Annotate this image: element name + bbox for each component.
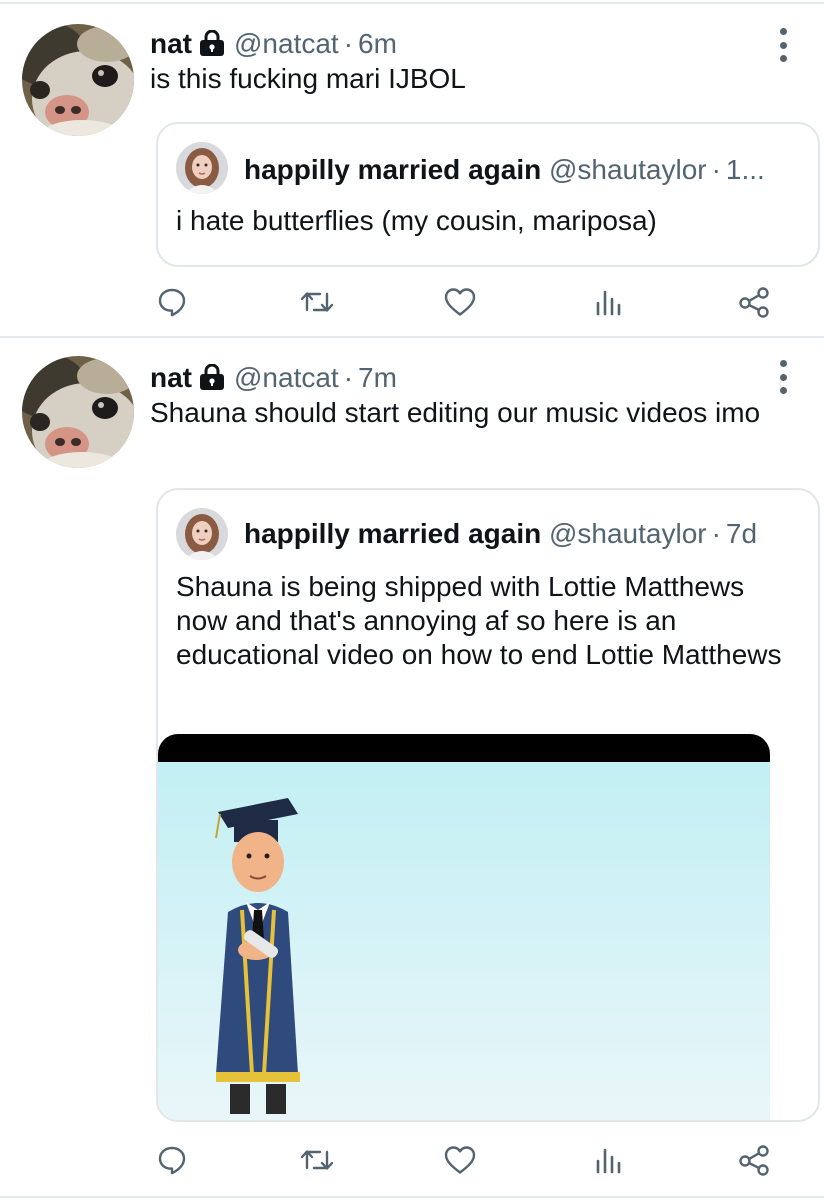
tweet-header: nat @natcat · 7m [150, 362, 397, 397]
lock-icon [198, 29, 226, 63]
like-icon[interactable] [438, 280, 482, 324]
avatar[interactable] [22, 356, 134, 468]
analytics-icon[interactable] [587, 1138, 631, 1182]
share-icon[interactable] [732, 1138, 776, 1182]
timestamp[interactable]: 7m [358, 362, 397, 393]
author-handle[interactable]: @natcat [234, 28, 339, 59]
tweet-header: nat @natcat · 6m [150, 28, 397, 63]
quoted-author-name[interactable]: happilly married again [244, 518, 541, 549]
separator-dot: · [343, 362, 354, 393]
action-bar [0, 1138, 824, 1182]
timestamp[interactable]: 6m [358, 28, 397, 59]
quoted-author-handle[interactable]: @shautaylor [549, 154, 707, 185]
analytics-icon[interactable] [587, 280, 631, 324]
quoted-tweet[interactable]: happilly married again @shautaylor · 1... … [156, 122, 820, 267]
avatar[interactable] [22, 24, 134, 136]
quoted-header: happilly married again @shautaylor · 1... [244, 154, 765, 186]
quoted-author-name[interactable]: happilly married again [244, 154, 541, 185]
tweet-text: is this fucking mari IJBOL [150, 63, 466, 94]
quoted-timestamp[interactable]: 1... [726, 154, 765, 185]
retweet-icon[interactable] [295, 280, 339, 324]
lock-icon [198, 363, 226, 397]
like-icon[interactable] [438, 1138, 482, 1182]
reply-icon[interactable] [150, 1138, 194, 1182]
quoted-avatar[interactable] [176, 508, 228, 560]
more-icon[interactable] [778, 28, 788, 62]
separator-dot: · [711, 154, 721, 185]
author-name[interactable]: nat [150, 28, 192, 59]
separator-dot: · [711, 518, 721, 549]
quoted-timestamp[interactable]: 7d [726, 518, 757, 549]
share-icon[interactable] [732, 280, 776, 324]
tweet-text: Shauna should start editing our music vi… [150, 397, 761, 428]
quoted-author-handle[interactable]: @shautaylor [549, 518, 707, 549]
tweet-2[interactable]: nat @natcat · 7m Shauna should start editin… [0, 338, 824, 1198]
author-handle[interactable]: @natcat [234, 362, 339, 393]
quoted-avatar[interactable] [176, 142, 228, 194]
quoted-text: i hate butterflies (my cousin, mariposa) [176, 205, 657, 236]
quoted-tweet[interactable]: happilly married again @shautaylor · 7d Sh… [156, 488, 820, 1122]
quoted-text: Shauna is being shipped with Lottie Matt… [176, 571, 782, 670]
quoted-header: happilly married again @shautaylor · 7d [244, 518, 757, 550]
more-icon[interactable] [778, 360, 788, 394]
bottom-divider [0, 1196, 824, 1198]
separator-dot: · [343, 28, 354, 59]
author-name[interactable]: nat [150, 362, 192, 393]
retweet-icon[interactable] [295, 1138, 339, 1182]
video-preview[interactable] [158, 734, 770, 1120]
action-bar [0, 280, 824, 324]
reply-icon[interactable] [150, 280, 194, 324]
tweet-1[interactable]: nat @natcat · 6m is this fucking mari IJBOL… [0, 0, 824, 338]
